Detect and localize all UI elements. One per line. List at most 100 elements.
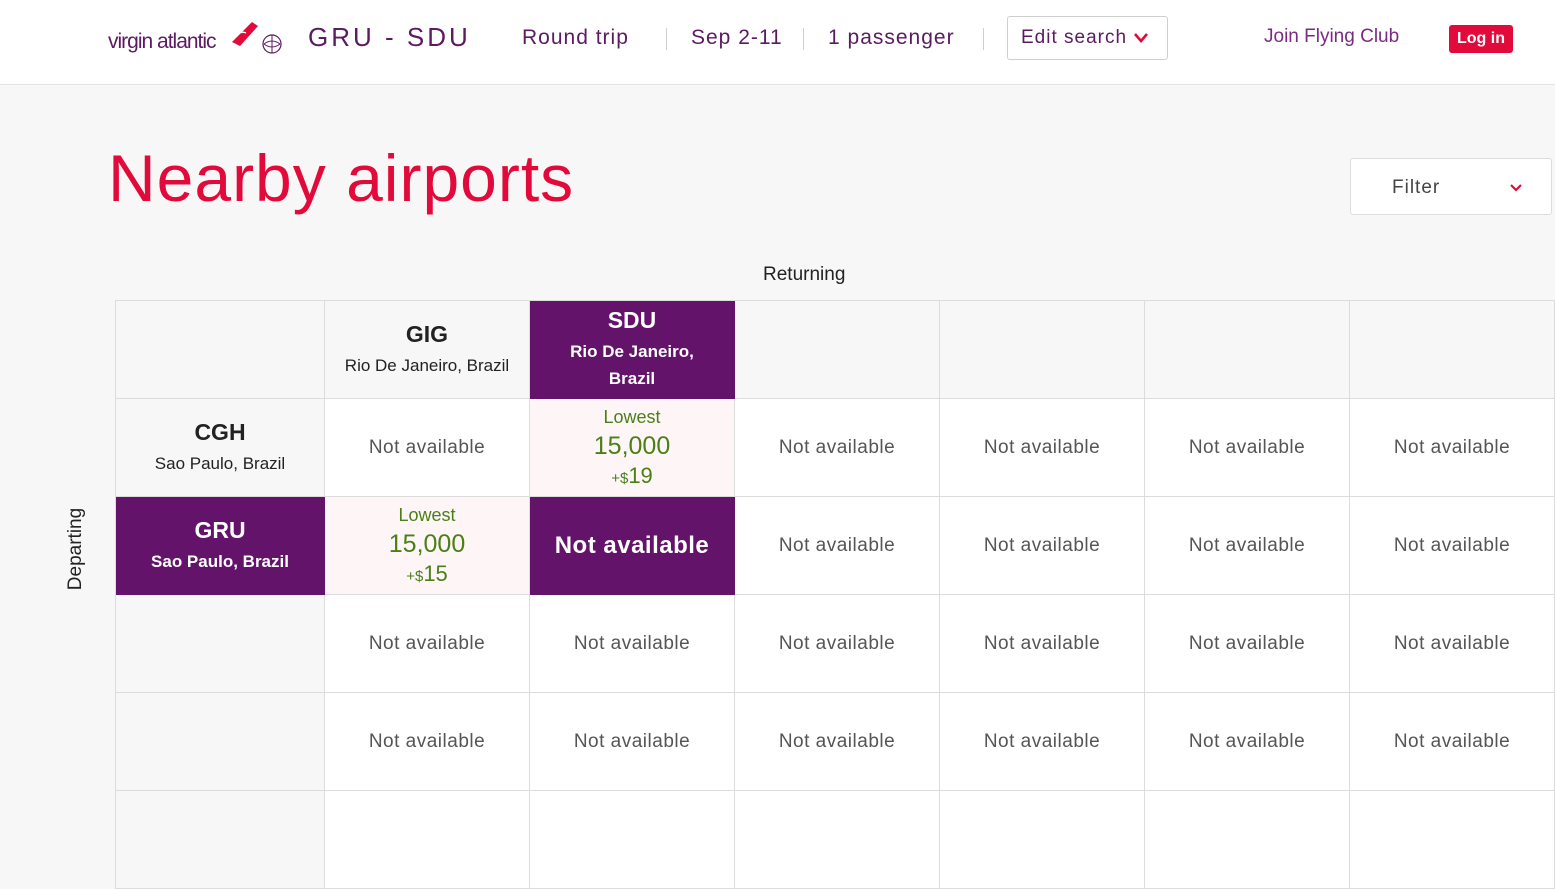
airport-city: Rio De Janeiro, Brazil	[344, 355, 510, 375]
fare-cell: Not available	[735, 399, 940, 497]
virgin-signature-icon	[232, 22, 258, 46]
return-airport-empty	[1350, 301, 1555, 399]
fare-cell: Not available	[940, 595, 1145, 693]
depart-airport-empty	[116, 693, 325, 791]
fare-status: Not available	[1393, 730, 1511, 752]
divider	[666, 28, 667, 50]
filter-dropdown[interactable]: Filter	[1350, 158, 1552, 215]
fare-status: Not available	[368, 632, 486, 654]
fare-status: Not available	[573, 730, 691, 752]
depart-airport-empty	[116, 595, 325, 693]
fare-status: Not available	[1393, 436, 1511, 458]
fare-cell	[940, 791, 1145, 889]
fare-status: Not available	[778, 534, 896, 556]
returning-axis-label: Returning	[763, 264, 846, 285]
virgin-atlantic-logo[interactable]: virgin atlantic	[106, 18, 286, 60]
return-airport-sdu[interactable]: SDU Rio De Janeiro, Brazil	[530, 301, 735, 399]
chevron-down-icon	[1510, 184, 1522, 192]
lowest-badge: Lowest	[398, 504, 456, 525]
airport-code: CGH	[194, 418, 246, 445]
airport-matrix: GIG Rio De Janeiro, Brazil SDU Rio De Ja…	[115, 300, 1555, 889]
fare-cell: Not available	[1350, 497, 1555, 595]
fare-status: Not available	[573, 632, 691, 654]
return-airport-empty	[1145, 301, 1350, 399]
fare-cell	[325, 791, 530, 889]
fare-miles: 15,000	[593, 431, 671, 460]
fare-status: Not available	[1393, 632, 1511, 654]
fare-cell-lowest[interactable]: Lowest 15,000 +$19	[530, 399, 735, 497]
fare-cell: Not available	[1145, 693, 1350, 791]
airport-code: GRU	[194, 516, 246, 543]
return-airport-empty	[940, 301, 1145, 399]
fare-status: Not available	[1188, 730, 1306, 752]
fare-status: Not available	[1188, 632, 1306, 654]
depart-airport-gru[interactable]: GRU Sao Paulo, Brazil	[116, 497, 325, 595]
fare-cell: Not available	[530, 693, 735, 791]
fare-cell	[1350, 791, 1555, 889]
fare-cell: Not available	[940, 399, 1145, 497]
passenger-count: 1 passenger	[828, 26, 955, 49]
airport-code: SDU	[607, 307, 657, 333]
departure-row-cgh: CGH Sao Paulo, Brazil Not available Lowe…	[116, 399, 1555, 497]
fare-cell: Not available	[325, 399, 530, 497]
fare-cell: Not available	[940, 497, 1145, 595]
fare-cell: Not available	[325, 595, 530, 693]
fare-cell: Not available	[735, 497, 940, 595]
return-airport-gig[interactable]: GIG Rio De Janeiro, Brazil	[325, 301, 530, 399]
join-flying-club-link[interactable]: Join Flying Club	[1264, 26, 1399, 48]
fare-status: Not available	[778, 632, 896, 654]
fare-miles: 15,000	[388, 529, 466, 558]
fare-cell: Not available	[1145, 497, 1350, 595]
fare-cell: Not available	[1350, 399, 1555, 497]
departing-axis-label: Departing	[65, 507, 86, 591]
fare-status: Not available	[983, 730, 1101, 752]
departure-row-gru: GRU Sao Paulo, Brazil Lowest 15,000 +$15…	[116, 497, 1555, 595]
depart-airport-cgh[interactable]: CGH Sao Paulo, Brazil	[116, 399, 325, 497]
page-title: Nearby airports	[108, 141, 575, 215]
divider	[803, 28, 804, 50]
fare-cell: Not available	[1350, 693, 1555, 791]
trip-type: Round trip	[522, 26, 629, 49]
lowest-badge: Lowest	[603, 406, 661, 427]
fare-status: Not available	[554, 531, 710, 559]
departure-row-empty: Not available Not available Not availabl…	[116, 595, 1555, 693]
login-button[interactable]: Log in	[1449, 25, 1513, 53]
top-header: virgin atlantic GRU - SDU Round trip Sep…	[0, 0, 1555, 85]
fare-cell-lowest[interactable]: Lowest 15,000 +$15	[325, 497, 530, 595]
fare-cell: Not available	[1145, 399, 1350, 497]
column-header-row: GIG Rio De Janeiro, Brazil SDU Rio De Ja…	[116, 301, 1555, 399]
fare-fee: +$15	[406, 560, 448, 586]
fare-cell-selected: Not available	[530, 497, 735, 595]
return-airport-empty	[735, 301, 940, 399]
corner-cell	[116, 301, 325, 399]
fare-status: Not available	[1393, 534, 1511, 556]
fare-cell: Not available	[940, 693, 1145, 791]
fare-status: Not available	[1188, 436, 1306, 458]
departure-row-empty: Not available Not available Not availabl…	[116, 693, 1555, 791]
fare-cell: Not available	[735, 595, 940, 693]
fare-cell: Not available	[1350, 595, 1555, 693]
logo-wordmark: virgin atlantic	[108, 30, 217, 53]
fare-cell	[1145, 791, 1350, 889]
fare-status: Not available	[983, 632, 1101, 654]
fare-cell	[735, 791, 940, 889]
fare-cell: Not available	[735, 693, 940, 791]
depart-airport-empty	[116, 791, 325, 889]
airport-city: Rio De Janeiro, Brazil	[570, 342, 694, 388]
fare-status: Not available	[1188, 534, 1306, 556]
route-title: GRU - SDU	[308, 22, 471, 52]
filter-label: Filter	[1392, 177, 1441, 198]
skyteam-globe-icon	[262, 34, 282, 54]
divider	[983, 28, 984, 50]
fare-status: Not available	[368, 436, 486, 458]
fare-status: Not available	[368, 730, 486, 752]
airport-city: Sao Paulo, Brazil	[154, 453, 286, 473]
fare-status: Not available	[778, 436, 896, 458]
edit-search-button[interactable]: Edit search	[1007, 16, 1168, 60]
fare-status: Not available	[983, 436, 1101, 458]
fare-status: Not available	[983, 534, 1101, 556]
airport-code: GIG	[405, 320, 449, 347]
departure-row-partial	[116, 791, 1555, 889]
fare-cell: Not available	[530, 595, 735, 693]
travel-dates: Sep 2-11	[691, 26, 783, 49]
